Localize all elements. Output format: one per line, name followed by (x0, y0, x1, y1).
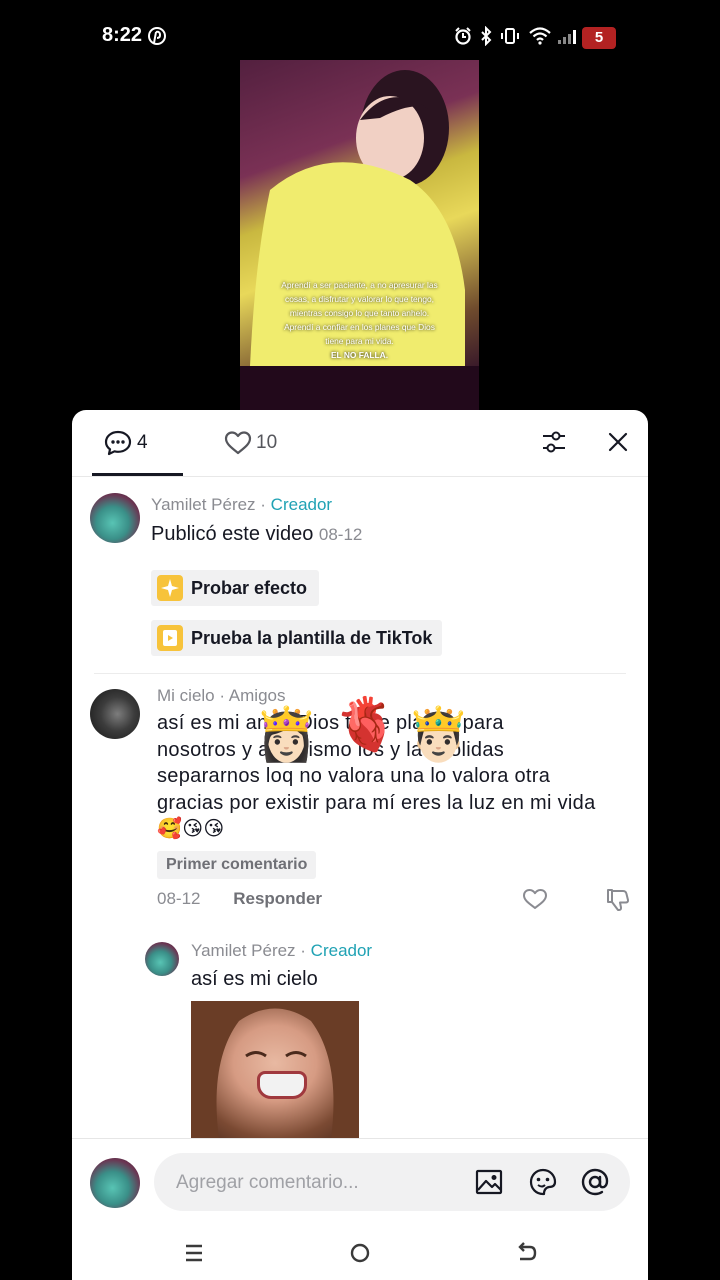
heart-icon (224, 431, 252, 455)
sticker-icon[interactable] (528, 1167, 558, 1197)
video-caption: Aprendí a ser paciente, a no apresurar l… (254, 278, 465, 362)
meta-separator: · (295, 941, 311, 960)
friend-label: Amigos (228, 686, 286, 705)
avatar[interactable] (90, 493, 140, 543)
comment-list[interactable]: Yamilet Pérez · Creador Publicó este vid… (72, 477, 648, 1139)
filter-icon[interactable] (540, 428, 568, 456)
active-tab-indicator (92, 473, 183, 476)
like-icon[interactable] (522, 887, 548, 911)
comment-actions: 08-12 Responder (157, 889, 322, 909)
caption-line: Aprendí a ser paciente, a no apresurar l… (281, 280, 438, 290)
meta-separator: · (255, 495, 271, 514)
effect-icon (157, 575, 183, 601)
alarm-icon (455, 27, 471, 45)
status-bar: 8:22 5 (0, 0, 720, 60)
mention-icon[interactable] (580, 1167, 610, 1197)
comment-date: 08-12 (157, 889, 201, 908)
video-preview[interactable]: Aprendí a ser paciente, a no apresurar l… (240, 60, 479, 410)
status-time: 8:22 (102, 24, 143, 46)
try-effect-button[interactable]: Probar efecto (151, 570, 319, 606)
divider (94, 673, 626, 674)
comment-composer (72, 1138, 648, 1227)
image-icon[interactable] (474, 1167, 504, 1197)
comment-line: gracias por existir para mí eres la luz … (157, 791, 596, 814)
tab-comments[interactable]: 4 (92, 410, 183, 476)
comment-icon (104, 430, 132, 456)
play-card-icon (163, 630, 177, 646)
sparkle-icon (161, 579, 179, 597)
heart-sticker: 🫀 (334, 696, 399, 754)
caption-line: cosas, a disfrutar y valorar lo que teng… (285, 294, 434, 304)
creator-label: Creador (310, 941, 373, 960)
creator-label: Creador (270, 495, 333, 514)
comment-meta: Yamilet Pérez · Creador (151, 495, 332, 515)
battery-icon: 5 (582, 27, 616, 49)
pinterest-icon (148, 27, 166, 45)
try-template-button[interactable]: Prueba la plantilla de TikTok (151, 620, 442, 656)
reply-mouth (257, 1071, 307, 1099)
caption-line: mientras consigo lo que tanto anhelo. (289, 308, 430, 318)
comment-line: separarnos loq no valora una lo valora o… (157, 765, 551, 787)
likes-count: 10 (256, 432, 278, 453)
sheet-header: 4 10 (72, 410, 648, 477)
avatar[interactable] (145, 942, 179, 976)
video-bottom-band (240, 366, 479, 410)
home-icon[interactable] (345, 1238, 375, 1268)
caption-line: tiene para mi vida. (325, 336, 394, 346)
comments-sheet: 4 10 Yamilet Pérez · Creador Publicó est… (72, 410, 648, 1280)
author-name[interactable]: Mi cielo (157, 686, 215, 705)
comments-count: 4 (137, 432, 148, 453)
reply-meta: Yamilet Pérez · Creador (191, 941, 372, 961)
chip-label: Prueba la plantilla de TikTok (191, 628, 433, 648)
system-nav-bar (72, 1226, 648, 1280)
first-comment-badge: Primer comentario (157, 851, 317, 879)
battery-level: 5 (594, 29, 604, 46)
post-date: 08-12 (318, 525, 363, 544)
avatar[interactable] (90, 689, 140, 739)
avatar[interactable] (90, 1158, 140, 1208)
reply-button[interactable]: Responder (233, 889, 322, 908)
vibrate-icon (501, 28, 519, 44)
reply-image[interactable] (191, 1001, 359, 1139)
meta-separator: · (214, 686, 229, 705)
comment-meta: Mi cielo · Amigos (157, 686, 285, 706)
comment-input-box[interactable] (154, 1153, 630, 1211)
author-name[interactable]: Yamilet Pérez (191, 941, 296, 960)
wifi-icon (529, 27, 551, 45)
signal-icon (558, 30, 576, 44)
comment-text: Publicó este video 08-12 (151, 523, 362, 546)
bluetooth-icon (481, 26, 492, 46)
comment-emojis: 🥰😘😘 (157, 818, 225, 840)
template-icon (157, 625, 183, 651)
reply-text: así es mi cielo (191, 968, 318, 990)
menu-icon[interactable] (179, 1238, 209, 1268)
chip-label: Probar efecto (191, 578, 308, 598)
caption-line: Aprendí a confiar en los planes que Dios (284, 322, 435, 332)
close-icon[interactable] (606, 430, 630, 454)
dislike-icon[interactable] (604, 887, 630, 913)
prince-sticker: 🤴🏻 (406, 706, 471, 764)
comment-input[interactable] (174, 1167, 468, 1199)
back-icon[interactable] (511, 1238, 541, 1268)
tab-likes[interactable]: 10 (222, 410, 292, 476)
caption-strong: EL NO FALLA. (330, 350, 389, 360)
post-text: Publicó este video (151, 523, 314, 545)
reply-face (191, 1001, 359, 1139)
author-name[interactable]: Yamilet Pérez (151, 495, 256, 514)
princess-sticker: 👸🏻 (254, 706, 319, 764)
